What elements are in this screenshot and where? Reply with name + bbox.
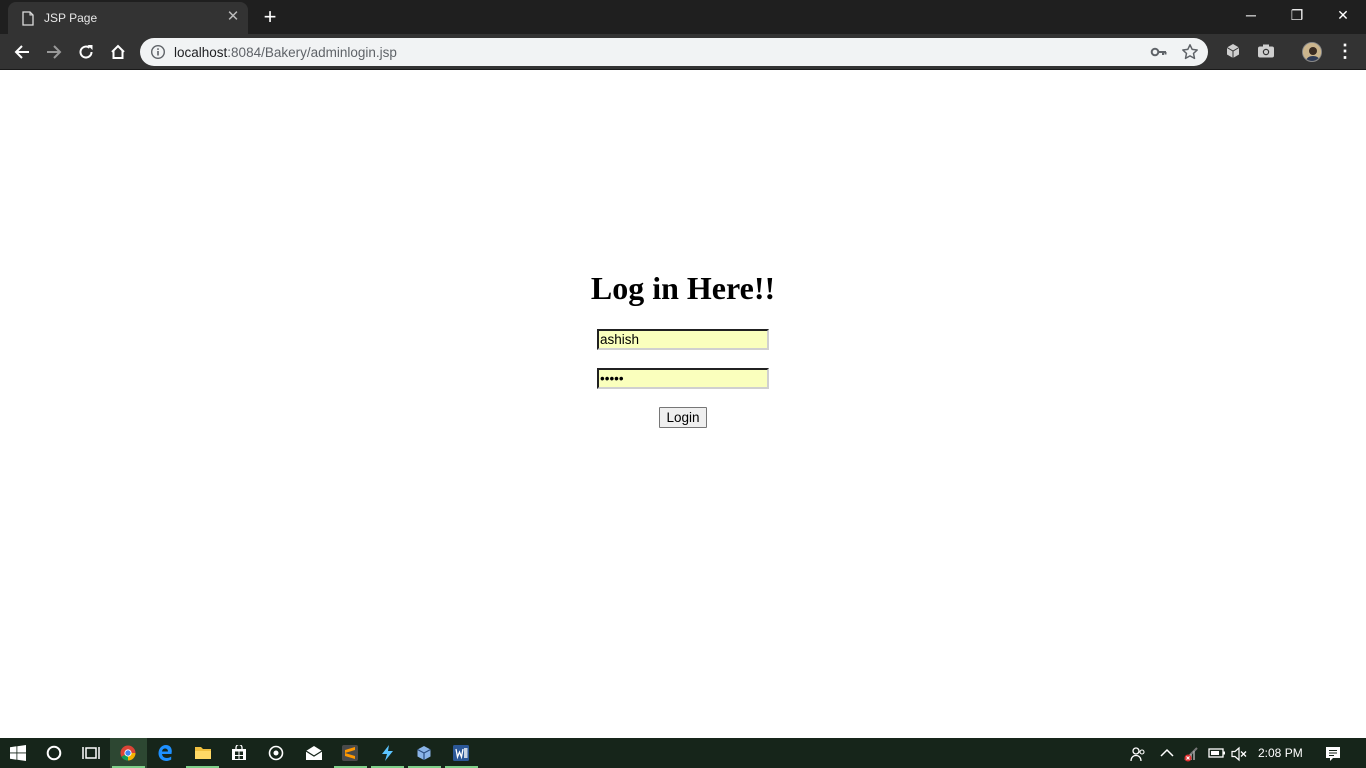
cortana-button[interactable] — [36, 738, 73, 768]
taskbar-file-explorer[interactable] — [184, 738, 221, 768]
people-icon[interactable] — [1130, 746, 1146, 762]
taskbar-virtualbox[interactable] — [406, 738, 443, 768]
task-view-button[interactable] — [72, 738, 109, 768]
taskbar-sublime-text[interactable] — [332, 738, 369, 768]
page-content: Log in Here!! Login — [0, 71, 1366, 738]
login-button[interactable]: Login — [659, 407, 707, 428]
network-disconnected-icon[interactable] — [1183, 746, 1199, 762]
app-bolt-icon — [382, 745, 393, 761]
url-text[interactable]: localhost:8084/Bakery/adminlogin.jsp — [174, 45, 397, 60]
username-input[interactable] — [597, 329, 769, 350]
restore-button[interactable]: ❐ — [1274, 0, 1320, 32]
url-path: :8084/Bakery/adminlogin.jsp — [227, 45, 397, 60]
password-input[interactable] — [597, 368, 769, 389]
url-host: localhost — [174, 45, 228, 60]
home-icon — [111, 44, 125, 59]
cortana-icon — [46, 745, 62, 761]
forward-arrow-icon — [47, 45, 62, 59]
profile-avatar[interactable] — [1302, 42, 1322, 62]
reload-icon — [79, 45, 93, 59]
bookmark-star-icon[interactable] — [1181, 43, 1199, 61]
extension-cube-icon[interactable] — [1225, 43, 1241, 59]
taskbar-clock[interactable]: 2:08 PM — [1258, 746, 1303, 760]
taskbar-chrome[interactable] — [110, 738, 147, 768]
home-button[interactable] — [104, 38, 132, 66]
info-icon[interactable] — [150, 44, 166, 60]
chrome-icon — [120, 745, 136, 761]
back-arrow-icon — [14, 45, 29, 59]
taskbar-edge[interactable] — [147, 738, 184, 768]
media-icon — [268, 745, 284, 761]
battery-icon[interactable] — [1208, 746, 1226, 760]
start-button[interactable] — [0, 738, 37, 768]
volume-muted-icon[interactable] — [1231, 746, 1247, 762]
action-center-icon[interactable] — [1325, 746, 1341, 762]
login-heading: Log in Here!! — [590, 270, 776, 306]
virtualbox-icon — [417, 746, 431, 760]
store-icon — [232, 745, 246, 760]
mail-icon — [305, 746, 323, 760]
taskbar-bolt-app[interactable] — [369, 738, 406, 768]
new-tab-button[interactable]: + — [256, 4, 284, 30]
tab-strip: JSP Page ✕ + ─ ❐ ✕ — [0, 0, 1366, 34]
browser-menu-button[interactable]: ⋮ — [1336, 40, 1354, 64]
sublime-text-icon — [342, 745, 358, 761]
edge-icon — [158, 745, 172, 761]
address-bar[interactable]: localhost:8084/Bakery/adminlogin.jsp — [140, 38, 1208, 66]
word-icon — [453, 745, 469, 761]
windows-taskbar: 2:08 PM — [0, 738, 1366, 768]
close-window-button[interactable]: ✕ — [1320, 0, 1366, 32]
task-view-icon — [82, 747, 100, 759]
tab-close-icon[interactable]: ✕ — [225, 9, 241, 25]
taskbar-media[interactable] — [258, 738, 295, 768]
browser-toolbar: localhost:8084/Bakery/adminlogin.jsp — [0, 34, 1366, 70]
file-explorer-icon — [195, 747, 211, 759]
page-icon — [22, 11, 34, 26]
tab-title: JSP Page — [44, 11, 98, 25]
browser-tab[interactable]: JSP Page ✕ — [8, 2, 248, 34]
minimize-button[interactable]: ─ — [1228, 0, 1274, 32]
forward-button[interactable] — [40, 38, 68, 66]
reload-button[interactable] — [72, 38, 100, 66]
taskbar-store[interactable] — [221, 738, 258, 768]
windows-start-icon — [10, 745, 26, 761]
chevron-up-icon[interactable] — [1160, 746, 1174, 760]
back-button[interactable] — [8, 38, 36, 66]
taskbar-word[interactable] — [443, 738, 480, 768]
taskbar-mail[interactable] — [295, 738, 332, 768]
screenshot-camera-icon[interactable] — [1257, 43, 1275, 59]
key-icon[interactable] — [1150, 44, 1167, 60]
